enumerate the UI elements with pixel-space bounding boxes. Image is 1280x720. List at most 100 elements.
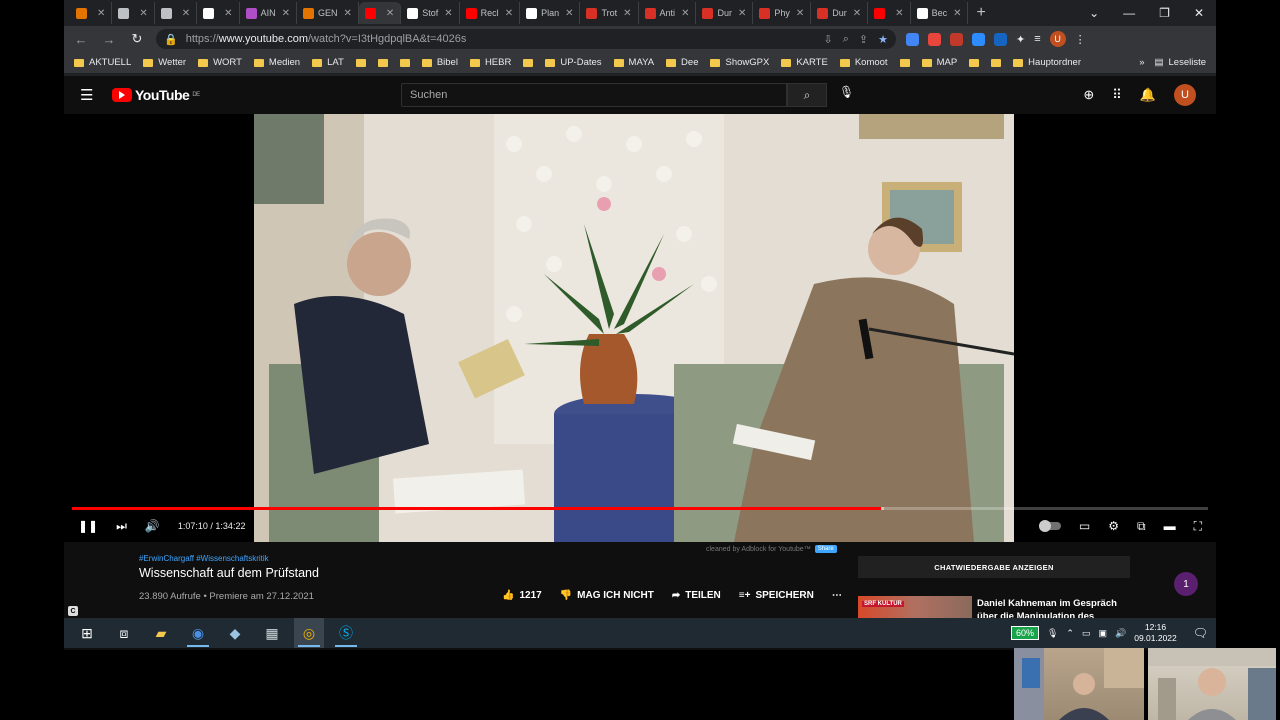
next-icon[interactable]: ⏭	[116, 519, 127, 534]
bookmark-item[interactable]: Wetter	[143, 57, 186, 68]
hamburger-menu-icon[interactable]: ☰	[80, 86, 104, 104]
like-button[interactable]: 👍 1217	[502, 590, 542, 601]
browser-tab[interactable]: Stof ✕	[401, 2, 460, 24]
bookmark-item[interactable]: ShowGPX	[710, 57, 769, 68]
browser-tab[interactable]: ✕	[112, 2, 155, 24]
pause-icon[interactable]: ❚❚	[78, 519, 98, 533]
tab-close-icon[interactable]: ✕	[386, 8, 394, 19]
user-avatar[interactable]: U	[1174, 84, 1196, 106]
reload-icon[interactable]: ↻	[128, 31, 146, 47]
tab-close-icon[interactable]: ✕	[681, 8, 689, 19]
bookmark-item[interactable]: LAT	[312, 57, 344, 68]
tab-close-icon[interactable]: ✕	[623, 8, 631, 19]
mic-tray-icon[interactable]: 🎙	[1047, 628, 1058, 639]
autoplay-toggle[interactable]	[1038, 520, 1061, 532]
chat-replay-button[interactable]: CHATWIEDERGABE ANZEIGEN	[858, 556, 1130, 578]
browser-tab[interactable]: ✕	[155, 2, 198, 24]
bookmark-item[interactable]	[355, 58, 366, 67]
tab-close-icon[interactable]: ✕	[738, 8, 746, 19]
browser-tab[interactable]: ✕	[70, 2, 113, 24]
browser-tab[interactable]: Phy ✕	[753, 2, 812, 24]
windows-start-icon[interactable]: ⊞	[72, 618, 102, 648]
tab-close-icon[interactable]: ✕	[139, 8, 147, 19]
more-actions-button[interactable]: ⋯	[832, 590, 842, 601]
extension-icon[interactable]	[994, 32, 1007, 46]
tab-close-icon[interactable]: ✕	[895, 8, 903, 19]
minimize-icon[interactable]: —	[1123, 6, 1135, 20]
bookmark-item[interactable]	[377, 58, 388, 67]
extension-icon[interactable]	[950, 32, 963, 46]
file-explorer-icon[interactable]: ▰	[146, 618, 176, 648]
tab-close-icon[interactable]: ✕	[282, 8, 290, 19]
tab-close-icon[interactable]: ✕	[182, 8, 190, 19]
tab-close-icon[interactable]: ✕	[97, 8, 105, 19]
bookmark-item[interactable]: Bibel	[421, 57, 458, 68]
browser-tab[interactable]: ✕	[358, 2, 402, 24]
tab-close-icon[interactable]: ✕	[444, 8, 452, 19]
zoom-icon[interactable]: ⌕	[843, 33, 849, 46]
adblock-share-button[interactable]: Share	[814, 545, 837, 553]
youtube-logo[interactable]: YouTube DE	[112, 87, 200, 103]
bookmark-item[interactable]	[523, 58, 534, 67]
theater-mode-icon[interactable]: ▬	[1164, 519, 1176, 533]
tab-close-icon[interactable]: ✕	[953, 8, 961, 19]
bookmark-item[interactable]: Komoot	[839, 57, 888, 68]
mic-icon[interactable]: 🎙	[839, 85, 854, 99]
notification-center-icon[interactable]: 🗨	[1193, 626, 1208, 640]
create-video-icon[interactable]: ⊕	[1083, 87, 1094, 103]
clock[interactable]: 12:16 09.01.2022	[1134, 622, 1177, 644]
power-icon[interactable]: ▭	[1082, 628, 1091, 639]
search-input[interactable]: Suchen	[401, 83, 787, 107]
new-tab-button[interactable]: +	[968, 4, 993, 22]
bookmark-item[interactable]	[399, 58, 410, 67]
video-hashtags[interactable]: #ErwinChargaff #Wissenschaftskritik	[139, 554, 269, 563]
video-frame[interactable]	[254, 114, 1014, 542]
apps-grid-icon[interactable]: ⠿	[1112, 87, 1122, 103]
share-button[interactable]: ➦ TEILEN	[672, 590, 721, 601]
browser-tab[interactable]: Anti ✕	[639, 2, 697, 24]
progress-bar[interactable]	[72, 507, 1208, 510]
browser-tab[interactable]: Trot ✕	[580, 2, 639, 24]
extension-icon[interactable]	[928, 32, 941, 46]
chrome-icon[interactable]: ◎	[294, 618, 324, 648]
chevron-up-icon[interactable]: ⌃	[1066, 628, 1074, 639]
notification-count-badge[interactable]: 1	[1174, 572, 1198, 596]
reading-list[interactable]: ▤ Leseliste	[1155, 57, 1206, 68]
profile-avatar[interactable]: U	[1049, 31, 1066, 47]
bookmark-item[interactable]	[991, 58, 1002, 67]
tab-close-icon[interactable]: ✕	[343, 8, 351, 19]
tab-close-icon[interactable]: ✕	[505, 8, 513, 19]
notes-app-icon[interactable]: ◆	[220, 618, 250, 648]
tab-close-icon[interactable]: ✕	[565, 8, 573, 19]
subtitles-icon[interactable]: ▭	[1079, 519, 1090, 533]
close-icon[interactable]: ✕	[1194, 6, 1204, 20]
settings-gear-icon[interactable]: ⚙	[1108, 519, 1119, 533]
forward-icon[interactable]: →	[100, 32, 118, 47]
browser-tab[interactable]: ✕	[197, 2, 240, 24]
notifications-bell-icon[interactable]: 🔔	[1140, 87, 1156, 103]
bookmark-item[interactable]: MAYA	[613, 57, 654, 68]
save-button[interactable]: ≡+ SPEICHERN	[739, 590, 814, 601]
browser-tab[interactable]: GEN ✕	[297, 2, 359, 24]
volume-icon[interactable]: 🔊	[145, 519, 160, 533]
task-view-icon[interactable]: ⧈	[109, 618, 139, 648]
bookmark-item[interactable]: KARTE	[781, 57, 828, 68]
bookmark-item[interactable]: Hauptordner	[1013, 57, 1081, 68]
dislike-button[interactable]: 👎 MAG ICH NICHT	[560, 590, 654, 601]
bookmark-item[interactable]: AKTUELL	[74, 57, 131, 68]
bookmark-item[interactable]: MAP	[921, 57, 957, 68]
bookmark-item[interactable]: UP-Dates	[545, 57, 602, 68]
browser-tab[interactable]: ✕	[868, 2, 911, 24]
extension-icon[interactable]	[972, 32, 985, 46]
tab-close-icon[interactable]: ✕	[224, 8, 232, 19]
search-button[interactable]: ⌕	[787, 83, 827, 107]
fullscreen-icon[interactable]: ⛶	[1194, 519, 1202, 534]
reading-mode-icon[interactable]: ≡	[1034, 33, 1040, 45]
browser-tab[interactable]: AIN ✕	[240, 2, 297, 24]
bookmark-item[interactable]	[899, 58, 910, 67]
share-icon[interactable]: ⇪	[859, 33, 868, 46]
browser-tab[interactable]: Dur ✕	[696, 2, 754, 24]
browser-tab[interactable]: Dur ✕	[811, 2, 869, 24]
skype-icon[interactable]: Ⓢ	[331, 618, 361, 648]
browser-tab[interactable]: Plan ✕	[520, 2, 581, 24]
